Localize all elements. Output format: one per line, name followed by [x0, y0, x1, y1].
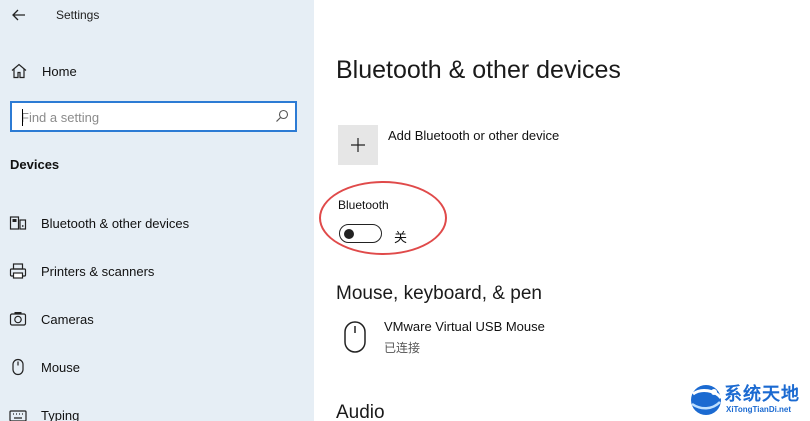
- sidebar: Settings Home Devices Bluetooth & other …: [0, 0, 314, 421]
- search-input[interactable]: [21, 108, 271, 126]
- annotation-circle: [319, 181, 447, 255]
- sidebar-item-typing[interactable]: Typing: [0, 400, 314, 421]
- add-device-button[interactable]: [338, 125, 378, 165]
- bluetooth-devices-icon: [9, 216, 27, 230]
- main-content: Bluetooth & other devices Add Bluetooth …: [314, 0, 810, 421]
- toggle-state-label: 关: [394, 230, 408, 245]
- back-button[interactable]: [8, 4, 30, 26]
- mouse-icon: [12, 358, 24, 376]
- back-arrow-icon: [12, 9, 25, 21]
- plus-icon: [351, 138, 365, 152]
- device-item[interactable]: VMware Virtual USB Mouse 已连接: [342, 318, 642, 358]
- watermark-title: 系统天地: [724, 384, 800, 404]
- mouse-icon: [344, 321, 366, 353]
- sidebar-item-printers[interactable]: Printers & scanners: [0, 256, 314, 286]
- watermark-logo: 系统天地 XiTongTianDi.net: [688, 378, 810, 421]
- add-device-label[interactable]: Add Bluetooth or other device: [388, 128, 559, 143]
- sidebar-item-home[interactable]: Home: [0, 56, 314, 86]
- section-title-mouse-keyboard-pen: Mouse, keyboard, & pen: [336, 283, 542, 304]
- app-title: Settings: [56, 8, 100, 22]
- bluetooth-toggle[interactable]: [339, 224, 382, 243]
- sidebar-item-label: Printers & scanners: [41, 264, 155, 279]
- sidebar-item-bluetooth[interactable]: Bluetooth & other devices: [0, 208, 314, 238]
- bluetooth-label: Bluetooth: [338, 198, 389, 212]
- globe-logo-icon: [691, 385, 723, 415]
- device-name: VMware Virtual USB Mouse: [384, 319, 545, 334]
- watermark-url: XiTongTianDi.net: [726, 405, 792, 414]
- sidebar-item-label: Home: [42, 64, 77, 79]
- search-box[interactable]: [10, 101, 297, 132]
- camera-icon: [9, 312, 27, 326]
- keyboard-icon: [9, 410, 27, 421]
- toggle-knob: [344, 228, 354, 239]
- device-status: 已连接: [384, 341, 421, 355]
- section-heading: Devices: [10, 157, 60, 172]
- sidebar-item-mouse[interactable]: Mouse: [0, 352, 314, 382]
- search-icon[interactable]: [275, 109, 289, 123]
- sidebar-item-label: Bluetooth & other devices: [41, 216, 190, 231]
- sidebar-item-cameras[interactable]: Cameras: [0, 304, 314, 334]
- text-caret: [22, 109, 23, 126]
- page-title: Bluetooth & other devices: [336, 56, 621, 84]
- sidebar-item-label: Typing: [41, 408, 80, 421]
- sidebar-item-label: Mouse: [41, 360, 81, 375]
- home-icon: [11, 63, 27, 79]
- sidebar-item-label: Cameras: [41, 312, 94, 327]
- section-title-audio: Audio: [336, 402, 385, 421]
- printer-icon: [9, 263, 27, 279]
